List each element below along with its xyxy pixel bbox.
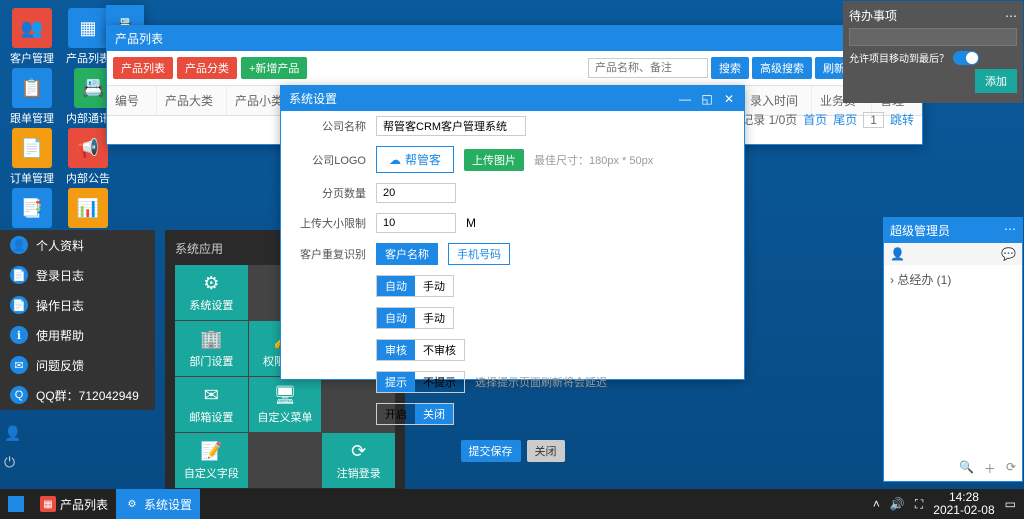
- todo-input1[interactable]: [849, 28, 1017, 46]
- maximize-icon[interactable]: ◱: [700, 92, 714, 106]
- search-input[interactable]: [588, 58, 708, 78]
- adv-search-button[interactable]: 高级搜索: [752, 57, 812, 79]
- start-button[interactable]: [0, 489, 32, 519]
- tray-fullscreen-icon[interactable]: ⛶: [915, 497, 923, 512]
- todo-title: 待办事项: [849, 7, 897, 24]
- sidebar-help[interactable]: ℹ使用帮助: [0, 320, 155, 350]
- admin-title: 超级管理员: [890, 222, 950, 239]
- side-mini-icons: 👤 ⏻: [4, 425, 21, 471]
- taskbar-settings[interactable]: ⚙系统设置: [116, 489, 200, 519]
- save-button[interactable]: 提交保存: [461, 440, 521, 462]
- admin-menu-icon[interactable]: ⋯: [1004, 222, 1016, 239]
- sidebar-profile[interactable]: 👤个人资料: [0, 230, 155, 260]
- upload-button[interactable]: 上传图片: [464, 149, 524, 171]
- tray-up-icon[interactable]: ˄: [873, 497, 880, 511]
- company-name-input[interactable]: [376, 116, 526, 136]
- btn-add-product[interactable]: +新增产品: [241, 57, 307, 79]
- close-button[interactable]: 关闭: [527, 440, 565, 462]
- admin-panel: 超级管理员⋯ 👤💬 › 总经办 (1) 🔍＋⟳: [883, 217, 1023, 482]
- window-titlebar[interactable]: 产品列表 — ◱ ✕: [107, 26, 922, 51]
- settings-window: 系统设置 —◱✕ 公司名称 公司LOGO☁帮管客上传图片最佳尺寸：180px *…: [280, 85, 745, 380]
- logo-preview: ☁帮管客: [376, 146, 454, 173]
- app-settings[interactable]: ⚙系统设置: [175, 265, 248, 320]
- pagesize-input[interactable]: [376, 183, 456, 203]
- admin-refresh-icon[interactable]: ⟳: [1006, 460, 1016, 477]
- app-fields[interactable]: 📝自定义字段: [175, 433, 248, 488]
- sidebar-oplog[interactable]: 📄操作日志: [0, 290, 155, 320]
- close-icon[interactable]: ✕: [722, 92, 736, 106]
- chat-icon[interactable]: 💬: [1001, 247, 1016, 261]
- page-first[interactable]: 首页: [803, 111, 827, 128]
- app-dept[interactable]: 🏢部门设置: [175, 321, 248, 376]
- tip-toggle[interactable]: 提示不提示: [376, 371, 465, 393]
- tile-notice[interactable]: 📢内部公告: [66, 128, 110, 186]
- dup-phone[interactable]: 手机号码: [448, 243, 510, 265]
- app-mail[interactable]: ✉邮箱设置: [175, 377, 248, 432]
- btn-product-category[interactable]: 产品分类: [177, 57, 237, 79]
- todo-menu-icon[interactable]: ⋯: [1005, 9, 1017, 23]
- user-icon[interactable]: 👤: [890, 247, 905, 261]
- settings-titlebar[interactable]: 系统设置 — ◱ ✕: [281, 86, 744, 111]
- review-toggle[interactable]: 审核不审核: [376, 339, 465, 361]
- todo-add-button[interactable]: 添加: [975, 69, 1017, 93]
- uploadlimit-input[interactable]: [376, 213, 456, 233]
- auto-toggle1[interactable]: 自动手动: [376, 275, 454, 297]
- page-last[interactable]: 尾页: [833, 111, 857, 128]
- page-go[interactable]: 跳转: [890, 111, 914, 128]
- tile-customer[interactable]: 👥客户管理: [10, 8, 54, 66]
- tile-follow[interactable]: 📋跟单管理: [10, 68, 54, 126]
- power-icon[interactable]: ⏻: [4, 454, 21, 471]
- btn-product-list[interactable]: 产品列表: [113, 57, 173, 79]
- tile-order[interactable]: 📄订单管理: [10, 128, 54, 186]
- tray-sound-icon[interactable]: 🔊: [890, 497, 905, 511]
- open-toggle[interactable]: 开启关闭: [376, 403, 454, 425]
- dup-name[interactable]: 客户名称: [376, 243, 438, 265]
- window-title: 产品列表: [115, 30, 163, 47]
- auto-toggle2[interactable]: 自动手动: [376, 307, 454, 329]
- sidebar-qq[interactable]: QQQ群：712042949: [0, 380, 155, 410]
- tile-product[interactable]: ▦产品列表: [66, 8, 110, 66]
- taskbar: ▦产品列表 ⚙系统设置 ˄ 🔊 ⛶ 14:282021-02-08 ▭: [0, 489, 1024, 519]
- left-sidebar: 👤个人资料 📄登录日志 📄操作日志 ℹ使用帮助 ✉问题反馈 QQQ群：71204…: [0, 230, 155, 410]
- todo-widget: 待办事项⋯ 允许项目移动到最后？ 添加: [843, 1, 1023, 103]
- tray-notif-icon[interactable]: ▭: [1005, 497, 1016, 511]
- todo-toggle[interactable]: [953, 51, 979, 65]
- paging: 0 条记录 1/0页 首页 尾页 1 跳转: [719, 111, 914, 128]
- taskbar-product[interactable]: ▦产品列表: [32, 489, 116, 519]
- admin-search-icon[interactable]: 🔍: [959, 460, 974, 477]
- search-button[interactable]: 搜索: [711, 57, 749, 79]
- tree-item[interactable]: 总经办 (1): [897, 273, 951, 287]
- minimize-icon[interactable]: —: [678, 92, 692, 106]
- user-icon[interactable]: 👤: [4, 425, 21, 442]
- settings-title: 系统设置: [289, 90, 337, 107]
- sidebar-feedback[interactable]: ✉问题反馈: [0, 350, 155, 380]
- sidebar-loginlog[interactable]: 📄登录日志: [0, 260, 155, 290]
- admin-add-icon[interactable]: ＋: [984, 460, 996, 477]
- tray-clock[interactable]: 14:282021-02-08: [933, 491, 994, 517]
